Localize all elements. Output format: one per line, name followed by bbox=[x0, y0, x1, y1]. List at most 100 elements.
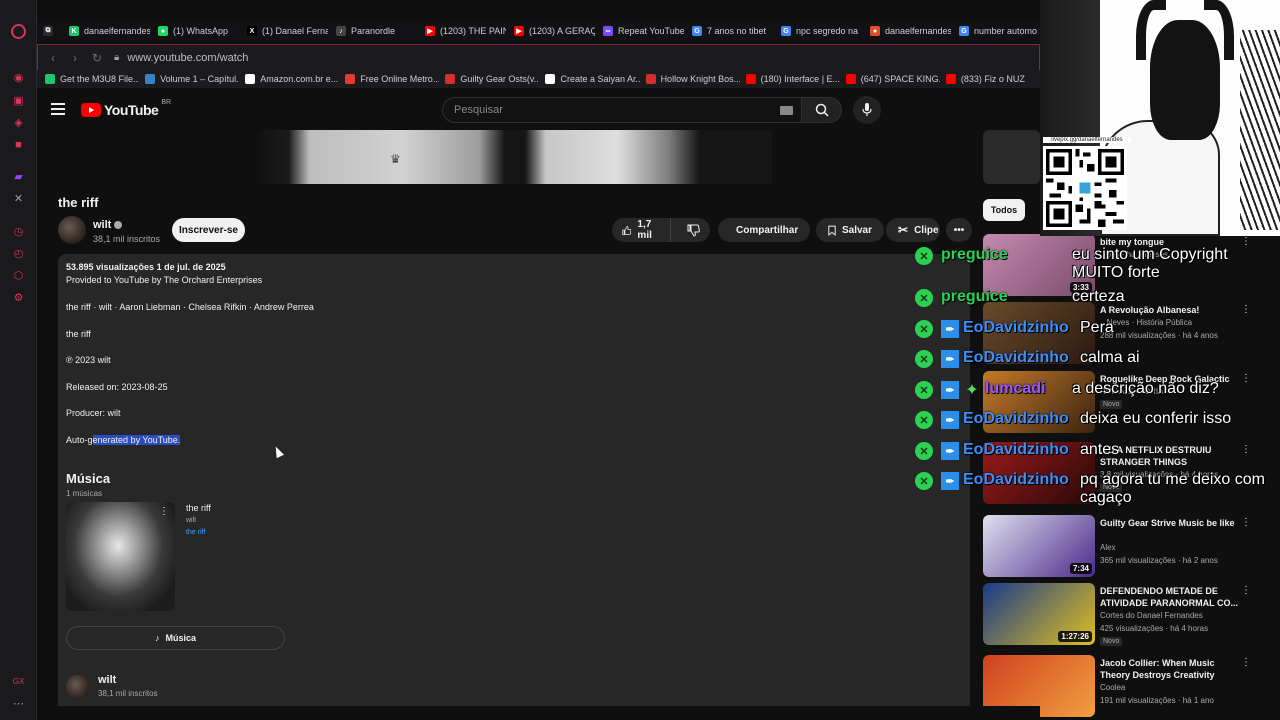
share-button[interactable]: Compartilhar bbox=[718, 218, 810, 242]
bookmark-item[interactable]: Create a Saiyan Ar... bbox=[539, 74, 640, 84]
more-vertical-icon[interactable]: ⋮ bbox=[1241, 444, 1251, 458]
bookmark-item[interactable]: Get the M3U8 File... bbox=[39, 74, 139, 84]
recommendation-title[interactable]: Guilty Gear Strive Music be like bbox=[1100, 517, 1240, 529]
more-icon[interactable]: ⋯ bbox=[11, 696, 26, 711]
more-vertical-icon[interactable]: ⋮ bbox=[1241, 657, 1251, 671]
x-twitter-icon[interactable]: ✕ bbox=[11, 191, 26, 206]
chat-username: EoDavidzinho bbox=[963, 349, 1069, 366]
browser-tab[interactable]: X (1) Danael Fernandes bbox=[239, 20, 328, 42]
channel-footer-name[interactable]: wilt bbox=[98, 674, 116, 686]
song-title[interactable]: the riff bbox=[186, 503, 211, 513]
keyboard-icon[interactable] bbox=[780, 106, 793, 115]
channel-name[interactable]: wilt bbox=[93, 219, 123, 231]
chat-badge-green-icon: ✕ bbox=[915, 350, 933, 368]
bookmark-item[interactable]: Guilty Gear Osts(v... bbox=[439, 74, 539, 84]
bookmark-item[interactable]: (647) SPACE KING... bbox=[840, 74, 940, 84]
bookmark-label: Free Online Metro... bbox=[360, 74, 440, 84]
back-icon[interactable]: ‹ bbox=[46, 51, 60, 65]
recommendation-channel[interactable]: Alex bbox=[1100, 543, 1116, 552]
song-album-link[interactable]: the riff bbox=[186, 529, 205, 536]
browser-tab[interactable]: ▶ (1203) THE PAIN bbox=[417, 20, 506, 42]
recommendation-channel[interactable]: Cortes do Danael Fernandes bbox=[1100, 611, 1203, 620]
recommendation-channel[interactable]: Coolea bbox=[1100, 683, 1125, 692]
more-actions-button[interactable]: ••• bbox=[946, 218, 972, 242]
like-button[interactable]: 1,7 mil bbox=[612, 218, 671, 242]
settings-gear-icon[interactable]: ⚙ bbox=[11, 290, 26, 305]
lock-icon[interactable]: 🔒︎ bbox=[114, 52, 119, 63]
twitch-icon[interactable]: ▰ bbox=[11, 169, 26, 184]
tumblr-icon[interactable]: ■ bbox=[11, 137, 26, 152]
filter-chip-all[interactable]: Todos bbox=[983, 199, 1025, 221]
chat-username: preguice bbox=[941, 246, 1008, 263]
player-icon[interactable]: ◷ bbox=[11, 224, 26, 239]
tab-favicon-icon: X bbox=[247, 26, 257, 36]
clip-button[interactable]: ✂ Clipe bbox=[886, 218, 940, 242]
bookmark-item[interactable]: Free Online Metro... bbox=[339, 74, 439, 84]
workspace-icon[interactable]: ▣ bbox=[11, 93, 26, 108]
browser-tab[interactable]: ▶ (1203) A GERAÇÃO bbox=[506, 20, 595, 42]
bookmark-item[interactable]: Volume 1 – Capítul... bbox=[139, 74, 239, 84]
chat-badge-green-icon: ✕ bbox=[915, 442, 933, 460]
search-input[interactable]: Pesquisar bbox=[442, 97, 802, 123]
tab-favicon-icon: ∞ bbox=[603, 26, 613, 36]
chat-badge-blue-icon: ✒ bbox=[941, 411, 959, 429]
subscriber-count: 38,1 mil inscritos bbox=[93, 234, 161, 244]
recommendation-thumbnail-partial[interactable] bbox=[983, 130, 1040, 184]
bookmark-item[interactable]: (833) Fiz o NUZ bbox=[940, 74, 1040, 84]
browser-tab[interactable]: ♪ Paranordle bbox=[328, 20, 417, 42]
recommendation-card[interactable]: 1:27:26 DEFENDENDO METADE DE ATIVIDADE PA… bbox=[983, 583, 1273, 646]
recommendation-title[interactable]: ...O A NETFLIX DESTRUIU STRANGER THINGS bbox=[1100, 444, 1240, 468]
description-box[interactable]: 53.895 visualizações 1 de jul. de 2025 P… bbox=[58, 254, 970, 720]
history-icon[interactable]: ◴ bbox=[11, 246, 26, 261]
channel-avatar[interactable] bbox=[58, 216, 86, 244]
subscribe-button[interactable]: Inscrever-se bbox=[172, 218, 245, 242]
album-art[interactable]: ⋮ bbox=[66, 502, 175, 611]
browser-tab[interactable]: Kdanaelfernandes bbox=[61, 20, 150, 42]
url-field[interactable]: www.youtube.com/watch bbox=[127, 52, 248, 64]
page-bottom bbox=[37, 706, 1040, 720]
browser-tab[interactable]: ⧉ bbox=[37, 20, 61, 42]
browser-tab[interactable]: ● (1) WhatsApp bbox=[150, 20, 239, 42]
aria-icon[interactable]: ◉ bbox=[11, 70, 26, 85]
youtube-logo[interactable]: YouTube BR bbox=[81, 99, 171, 118]
more-vertical-icon[interactable]: ⋮ bbox=[1241, 373, 1251, 387]
music-button[interactable]: ♪ Música bbox=[66, 626, 285, 650]
more-vertical-icon[interactable]: ⋮ bbox=[159, 506, 169, 517]
tab-favicon-icon: G bbox=[692, 26, 702, 36]
extensions-icon[interactable]: ⬡ bbox=[11, 268, 26, 283]
forward-icon[interactable]: › bbox=[68, 51, 82, 65]
chat-badge-star-icon: ✦ bbox=[965, 382, 979, 399]
messenger-icon[interactable]: ◈ bbox=[11, 115, 26, 130]
menu-icon[interactable] bbox=[51, 103, 65, 115]
recommendation-title[interactable]: DEFENDENDO METADE DE ATIVIDADE PARANORMA… bbox=[1100, 585, 1240, 609]
chat-text: pq agora tu me deixo com cagaço bbox=[1080, 471, 1265, 506]
voice-search-button[interactable] bbox=[853, 96, 881, 124]
bookmark-item[interactable]: Hollow Knight Bos... bbox=[640, 74, 740, 84]
browser-tab[interactable]: ∞ Repeat YouTube bbox=[595, 20, 684, 42]
channel-footer-avatar[interactable] bbox=[66, 675, 90, 699]
browser-tab[interactable]: ● danaelfernandes bbox=[862, 20, 951, 42]
recommendation-card[interactable]: 7:34 Guilty Gear Strive Music be like Alex… bbox=[983, 515, 1273, 577]
recommendation-thumbnail[interactable]: 1:27:26 bbox=[983, 583, 1095, 645]
reload-icon[interactable]: ↻ bbox=[90, 51, 104, 65]
gx-control-icon[interactable]: GX bbox=[11, 674, 26, 689]
bookmark-item[interactable]: Amazon.com.br e... bbox=[239, 74, 339, 84]
more-vertical-icon[interactable]: ⋮ bbox=[1241, 304, 1251, 318]
video-title: the riff bbox=[58, 195, 99, 210]
save-button[interactable]: Salvar bbox=[816, 218, 884, 242]
more-vertical-icon[interactable]: ⋮ bbox=[1241, 585, 1251, 599]
chat-badge-blue-icon: ✒ bbox=[941, 381, 959, 399]
video-player[interactable]: ♛ bbox=[258, 130, 772, 184]
browser-tab[interactable]: Gnpc segredo na bbox=[773, 20, 862, 42]
bookmarks-bar: Get the M3U8 File... Volume 1 – Capítul..… bbox=[37, 70, 1040, 88]
search-button[interactable] bbox=[802, 97, 842, 123]
bookmark-item[interactable]: (180) Interface | E... bbox=[740, 74, 840, 84]
browser-tab[interactable]: G 7 anos no tibet bbox=[684, 20, 773, 42]
dislike-button[interactable] bbox=[677, 218, 710, 242]
browser-tab[interactable]: Gnumber automo bbox=[951, 20, 1040, 42]
opera-logo-icon[interactable] bbox=[11, 24, 26, 39]
tab-label: danaelfernandes bbox=[84, 26, 150, 36]
recommendation-thumbnail[interactable]: 7:34 bbox=[983, 515, 1095, 577]
more-vertical-icon[interactable]: ⋮ bbox=[1241, 517, 1251, 531]
recommendation-title[interactable]: Jacob Collier: When Music Theory Destroy… bbox=[1100, 657, 1240, 681]
